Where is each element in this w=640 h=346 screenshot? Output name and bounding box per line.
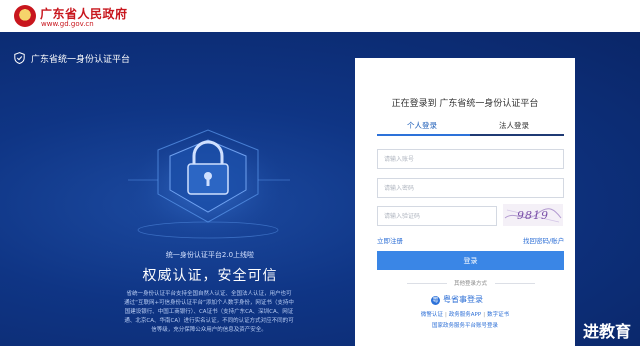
register-link[interactable]: 立即注册: [377, 235, 403, 245]
national-emblem-icon[interactable]: ★: [14, 5, 36, 27]
hero-slogan: 权威认证，安全可信: [142, 268, 278, 284]
login-button[interactable]: 登录: [377, 251, 564, 270]
national-platform-login-link[interactable]: 国家政务服务平台账号登录: [355, 321, 575, 329]
other-methods-label: 其他登录方式: [453, 281, 487, 287]
login-title: 正在登录到 广东省统一身份认证平台: [391, 99, 539, 109]
gov-service-app-link[interactable]: 政务服务APP: [449, 312, 481, 318]
link-separator: |: [483, 312, 486, 318]
tab-corporate-login[interactable]: 法人登录: [499, 120, 529, 131]
forgot-password-link[interactable]: 找回密码/账户: [523, 235, 564, 245]
upgrade-notice: 统一身份认证平台2.0上线啦: [165, 251, 255, 259]
captcha-text: 9819: [517, 209, 549, 222]
hero-description: 省统一身份认证平台支持全国自然人认证、全国法人认证，用户也可通过“互联网+可信身…: [124, 291, 294, 333]
yueshengshi-login-label: 粤省事登录: [443, 295, 483, 304]
platform-title: 广东省统一身份认证平台: [14, 52, 130, 65]
digital-certificate-link[interactable]: 数字证书: [487, 312, 509, 318]
account-input[interactable]: [377, 149, 564, 169]
captcha-input[interactable]: [377, 206, 497, 226]
platform-title-text: 广东省统一身份认证平台: [31, 55, 131, 65]
password-input[interactable]: [377, 178, 564, 198]
captcha-image[interactable]: 9819: [503, 204, 563, 226]
shield-check-icon: [14, 52, 25, 64]
alt-login-links: 微警认证 | 政务服务APP | 数字证书: [355, 310, 575, 318]
active-tab-indicator: [377, 134, 470, 136]
other-methods-divider: 其他登录方式: [377, 279, 564, 287]
divider-line-right: [495, 283, 535, 284]
security-lock-illustration: [120, 118, 296, 242]
government-url: www.gd.gov.cn: [41, 20, 94, 28]
wechat-police-auth-link[interactable]: 微警认证: [421, 312, 443, 318]
tab-personal-login[interactable]: 个人登录: [407, 120, 437, 131]
login-card: 正在登录到 广东省统一身份认证平台 个人登录 法人登录 9819 立即注册 找回…: [355, 58, 575, 346]
site-header: ★ 广东省人民政府 www.gd.gov.cn: [0, 0, 640, 32]
yueshengshi-icon: 粤: [431, 296, 440, 305]
watermark-text: 进教育: [583, 322, 632, 341]
yueshengshi-login-button[interactable]: 粤粤省事登录: [431, 294, 483, 305]
link-separator: |: [444, 312, 447, 318]
